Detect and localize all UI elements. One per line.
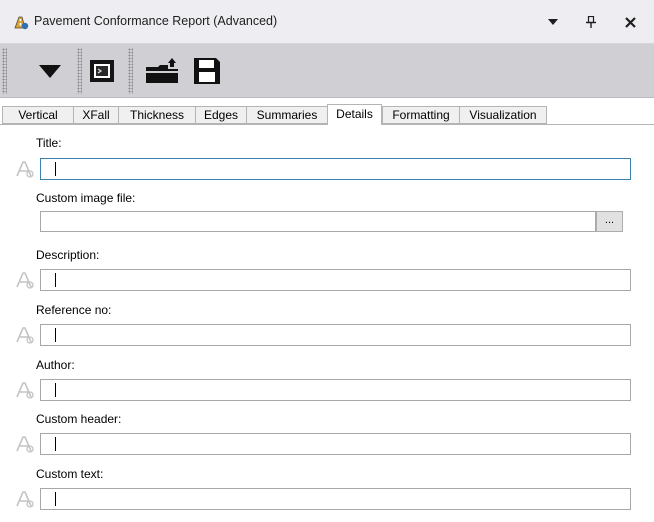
report-window-button[interactable] (86, 56, 118, 86)
text-style-icon[interactable] (15, 380, 35, 400)
text-style-icon[interactable] (15, 434, 35, 454)
custom-header-label: Custom header: (36, 412, 122, 426)
report-window-icon (90, 60, 114, 82)
toolbar (0, 44, 654, 98)
custom-text-input[interactable] (40, 488, 631, 510)
custom-text-label: Custom text: (36, 467, 104, 481)
tab-xfall[interactable]: XFall (73, 106, 118, 124)
app-icon (13, 14, 29, 30)
tab-summaries[interactable]: Summaries (246, 106, 327, 124)
save-disk-icon (194, 58, 220, 84)
pin-icon (586, 16, 596, 28)
open-folder-button[interactable] (142, 55, 182, 87)
custom-image-input[interactable] (40, 211, 596, 232)
author-label: Author: (36, 358, 75, 372)
description-input[interactable] (40, 269, 631, 291)
close-button[interactable] (620, 12, 640, 32)
author-input[interactable] (40, 379, 631, 401)
custom-header-input[interactable] (40, 433, 631, 455)
text-caret (55, 437, 56, 451)
pin-button[interactable] (581, 12, 601, 32)
title-label: Title: (36, 136, 62, 150)
close-icon (624, 16, 636, 28)
text-caret (55, 162, 56, 176)
text-style-icon[interactable] (15, 325, 35, 345)
tab-vertical[interactable]: Vertical (2, 106, 73, 124)
window-title: Pavement Conformance Report (Advanced) (34, 14, 278, 28)
tab-formatting[interactable]: Formatting (382, 106, 459, 124)
window-title-bar: Pavement Conformance Report (Advanced) (0, 0, 654, 44)
window-menu-button[interactable] (543, 12, 563, 32)
tab-details[interactable]: Details (327, 104, 382, 125)
text-caret (55, 328, 56, 342)
toolbar-separator (77, 48, 82, 94)
tab-strip: Vertical XFall Thickness Edges Summaries… (0, 104, 654, 125)
save-button[interactable] (190, 55, 224, 87)
toolbar-separator (128, 48, 133, 94)
text-style-icon[interactable] (15, 270, 35, 290)
toolbar-grip[interactable] (2, 48, 7, 94)
text-style-icon[interactable] (15, 159, 35, 179)
browse-button[interactable]: ... (596, 211, 623, 232)
custom-image-label: Custom image file: (36, 191, 136, 205)
dropdown-arrow-icon (548, 19, 558, 25)
reference-no-label: Reference no: (36, 303, 112, 317)
tab-edges[interactable]: Edges (195, 106, 246, 124)
text-caret (55, 273, 56, 287)
reference-no-input[interactable] (40, 324, 631, 346)
text-caret (55, 492, 56, 506)
dropdown-arrow-icon (39, 64, 61, 78)
title-input[interactable] (40, 158, 631, 180)
tab-thickness[interactable]: Thickness (118, 106, 195, 124)
text-style-icon[interactable] (15, 489, 35, 509)
toolbar-dropdown-button[interactable] (34, 60, 66, 82)
open-folder-icon (146, 58, 178, 83)
tab-visualization[interactable]: Visualization (459, 106, 547, 124)
text-caret (55, 383, 56, 397)
description-label: Description: (36, 248, 100, 262)
